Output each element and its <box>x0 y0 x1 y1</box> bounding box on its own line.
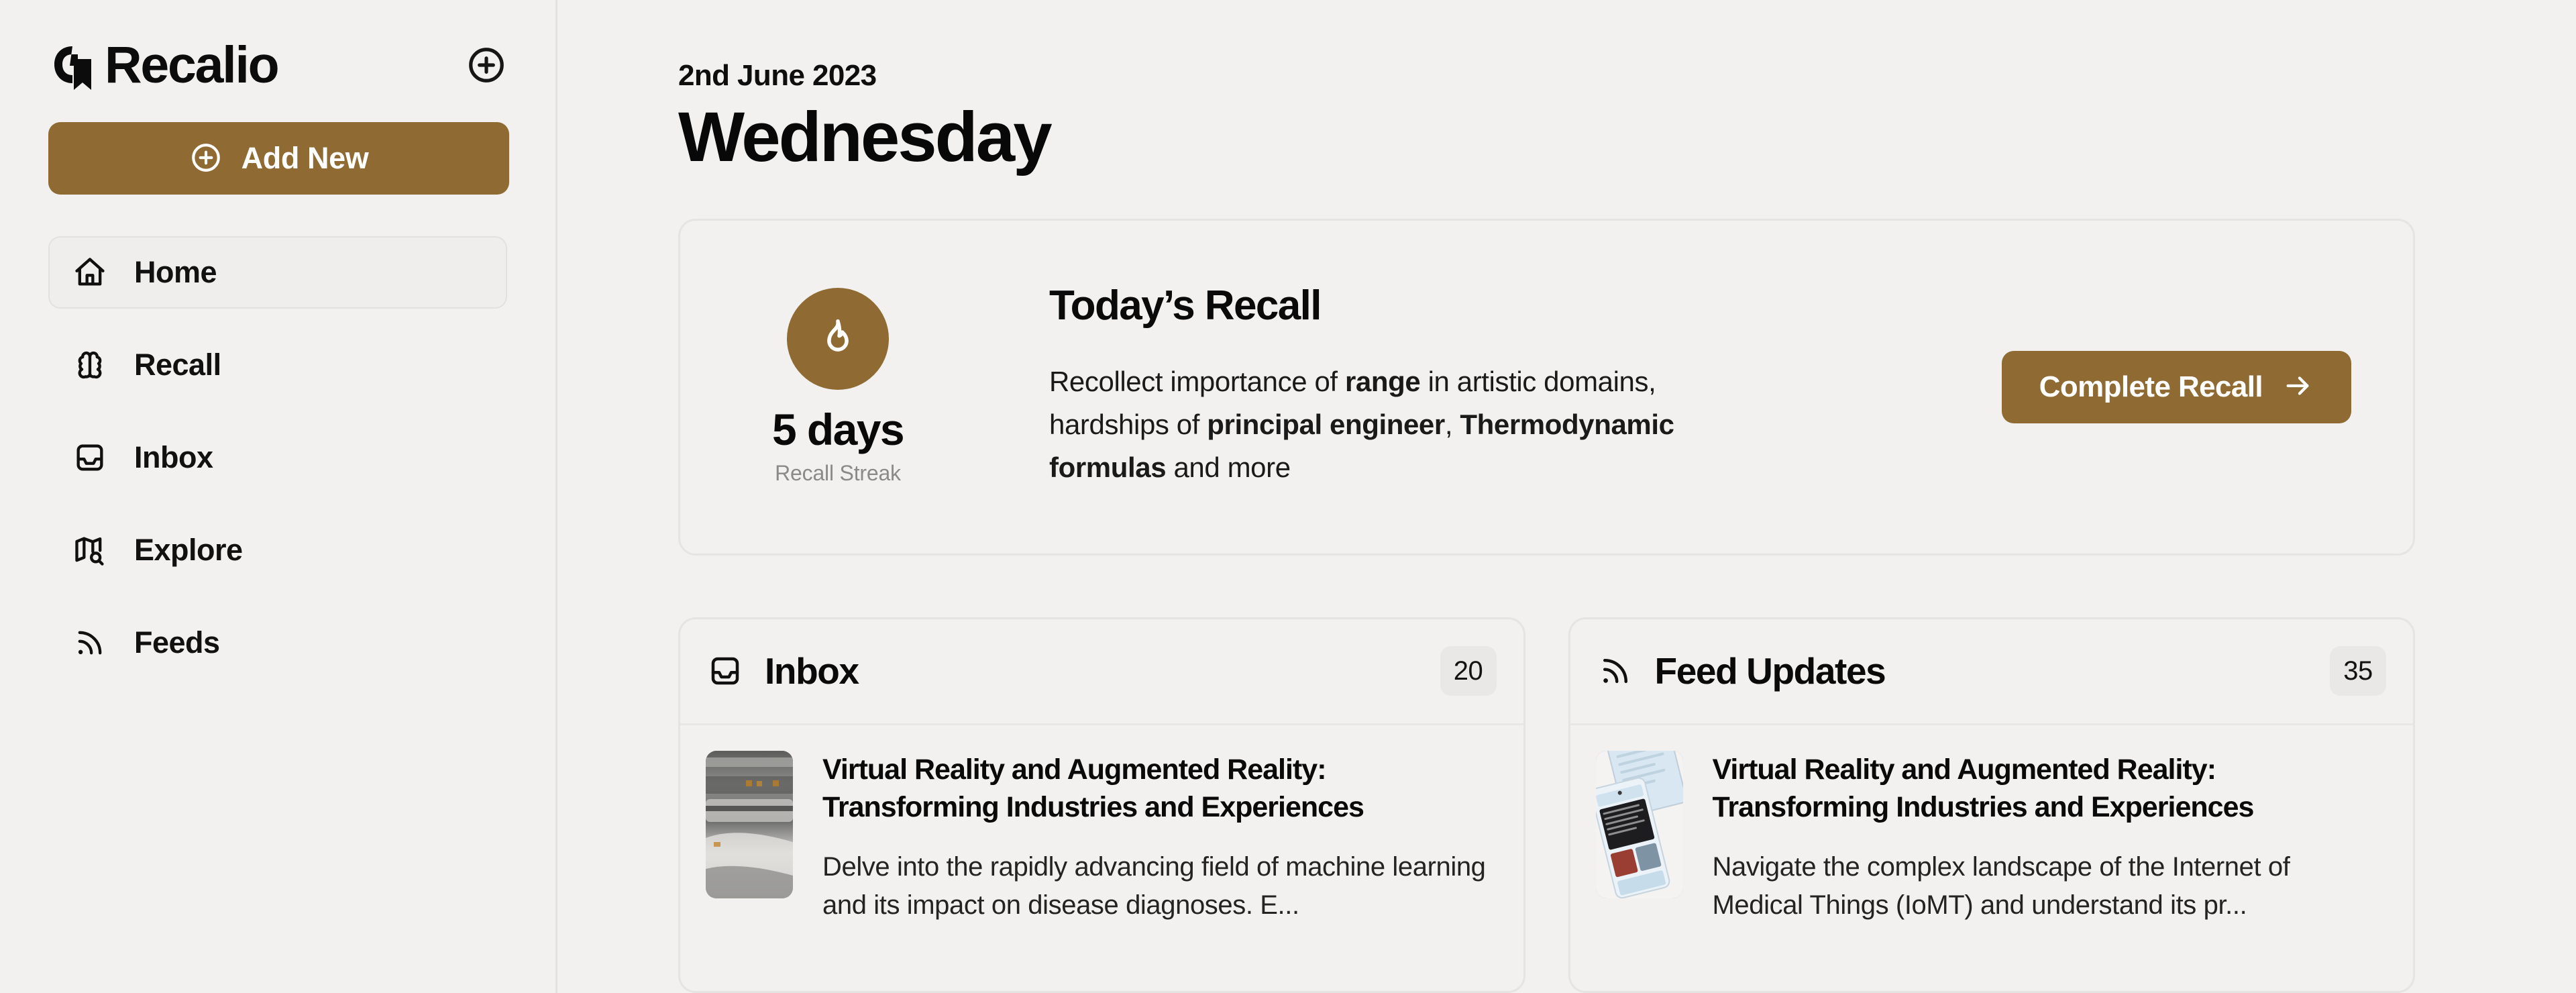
recall-streak: 5 days Recall Streak <box>754 288 922 486</box>
page-date: 2nd June 2023 <box>678 59 877 92</box>
streak-label: Recall Streak <box>775 461 901 486</box>
streak-count: 5 days <box>772 405 904 455</box>
sidebar-item-inbox[interactable]: Inbox <box>48 421 507 494</box>
main-content: 2nd June 2023 Wednesday 5 days Recall St… <box>557 0 2576 993</box>
sidebar-nav: Home Recall Inbox Explore Feeds <box>48 236 507 699</box>
list-item[interactable]: Virtual Reality and Augmented Reality: T… <box>1570 725 2414 950</box>
inbox-panel-title: Inbox <box>765 650 859 692</box>
inbox-item-description: Delve into the rapidly advancing field o… <box>822 852 1486 920</box>
inbox-panel-header: Inbox 20 <box>680 619 1523 725</box>
panels-row: Inbox 20 Virtual Reality and Augmented R… <box>678 617 2415 993</box>
complete-recall-button[interactable]: Complete Recall <box>2001 350 2351 423</box>
sidebar-item-label: Home <box>134 255 217 289</box>
home-icon <box>71 254 109 291</box>
feed-updates-panel-header: Feed Updates 35 <box>1570 619 2413 725</box>
page-header: 2nd June 2023 Wednesday <box>678 0 2415 177</box>
map-search-icon <box>71 531 109 569</box>
arrow-right-icon <box>2283 370 2314 403</box>
list-item[interactable]: Virtual Reality and Augmented Reality: T… <box>680 725 1523 950</box>
add-new-label: Add New <box>241 141 369 175</box>
sidebar-item-label: Feeds <box>134 625 220 660</box>
circle-plus-icon[interactable] <box>466 44 507 86</box>
inbox-panel: Inbox 20 Virtual Reality and Augmented R… <box>678 617 1525 993</box>
recall-description: Recollect importance of range in artisti… <box>1049 365 1674 483</box>
sidebar-item-recall[interactable]: Recall <box>48 329 507 401</box>
recall-body: Today’s Recall Recollect importance of r… <box>922 282 2002 488</box>
circle-plus-icon <box>189 141 223 176</box>
brand-name: Recalio <box>105 36 280 94</box>
feed-item-body: Virtual Reality and Augmented Reality: T… <box>1713 751 2384 925</box>
sidebar: Recalio Add New Home Recall Inbox Explor… <box>0 0 557 993</box>
page-title: Wednesday <box>678 98 1053 176</box>
feed-updates-panel-title: Feed Updates <box>1654 650 1886 692</box>
recall-title: Today’s Recall <box>1049 282 1322 329</box>
sidebar-item-label: Recall <box>134 348 221 382</box>
add-new-button[interactable]: Add New <box>48 122 509 195</box>
feed-updates-count-badge: 35 <box>2330 646 2386 696</box>
feed-item-title: Virtual Reality and Augmented Reality: T… <box>1712 753 2255 824</box>
rss-icon <box>1596 651 1635 690</box>
sidebar-item-home[interactable]: Home <box>48 236 507 309</box>
rss-icon <box>71 624 109 662</box>
feed-item-description: Navigate the complex landscape of the In… <box>1712 852 2290 920</box>
feed-updates-panel: Feed Updates 35 Virtual Reality and Augm… <box>1568 617 2415 993</box>
flame-icon <box>787 288 889 390</box>
brain-icon <box>71 346 109 384</box>
inbox-icon <box>71 439 109 476</box>
recalio-bookmark-logo-icon <box>48 40 98 90</box>
inbox-count-badge: 20 <box>1440 646 1497 696</box>
sidebar-item-label: Explore <box>134 533 243 567</box>
sidebar-item-feeds[interactable]: Feeds <box>48 607 507 679</box>
brand: Recalio <box>48 36 280 94</box>
feed-item-thumbnail <box>1595 750 1683 898</box>
sidebar-header: Recalio <box>48 0 507 121</box>
inbox-item-body: Virtual Reality and Augmented Reality: T… <box>822 751 1494 925</box>
inbox-item-thumbnail <box>706 750 793 898</box>
inbox-item-title: Virtual Reality and Augmented Reality: T… <box>822 753 1364 824</box>
complete-recall-label: Complete Recall <box>2039 370 2263 403</box>
sidebar-item-label: Inbox <box>134 440 213 474</box>
inbox-icon <box>706 651 745 690</box>
todays-recall-card: 5 days Recall Streak Today’s Recall Reco… <box>678 218 2415 556</box>
sidebar-item-explore[interactable]: Explore <box>48 514 507 586</box>
app-root: Recalio Add New Home Recall Inbox Explor… <box>0 0 2576 993</box>
